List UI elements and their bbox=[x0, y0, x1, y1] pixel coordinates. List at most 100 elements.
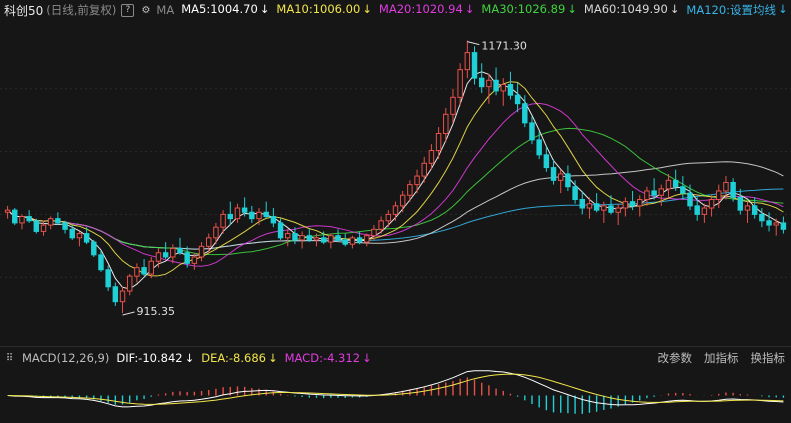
macd-label: MACD(12,26,9) bbox=[22, 351, 110, 365]
dif-line bbox=[7, 370, 784, 408]
candle-body bbox=[184, 252, 190, 264]
candle-body bbox=[759, 213, 765, 222]
candle-body bbox=[773, 222, 779, 226]
ma-legend-ma60: MA60:1049.90 bbox=[583, 2, 668, 16]
ma-legend-ma120: MA120:设置均线 bbox=[686, 3, 777, 17]
candle-body bbox=[320, 237, 327, 243]
candle-body bbox=[206, 237, 212, 247]
candle-body bbox=[47, 218, 54, 226]
candle-body bbox=[593, 203, 600, 211]
macd-arrow: ↓ bbox=[362, 351, 372, 365]
candle-body bbox=[177, 247, 183, 254]
high-marker-line bbox=[467, 41, 480, 46]
candle-body bbox=[601, 205, 607, 211]
candle-body bbox=[457, 69, 463, 98]
ma-arrow-ma5: ↓ bbox=[259, 2, 270, 16]
macd-svg[interactable] bbox=[0, 368, 791, 423]
candle-body bbox=[550, 167, 557, 181]
candle-body bbox=[385, 213, 392, 222]
add-indicator-link[interactable]: 加指标 bbox=[704, 350, 739, 366]
grid-dots-icon[interactable]: ⠿ bbox=[3, 352, 16, 365]
macd-chart[interactable] bbox=[0, 368, 791, 423]
candle-body bbox=[306, 235, 313, 241]
switch-indicator-link[interactable]: 换指标 bbox=[751, 350, 786, 366]
candle-body bbox=[708, 198, 715, 209]
candle-body bbox=[364, 235, 370, 243]
candle-body bbox=[328, 235, 334, 243]
candle-body bbox=[766, 220, 772, 226]
candle-body bbox=[450, 96, 456, 115]
edit-params-link[interactable]: 改参数 bbox=[658, 350, 693, 366]
candle-body bbox=[716, 190, 722, 200]
candlestick-svg[interactable]: 1171.30 915.35 bbox=[0, 20, 791, 346]
candle-body bbox=[4, 209, 11, 213]
macd-legend-bar: ⠿ MACD(12,26,9) DIF:-10.842 ↓ DEA:-8.686… bbox=[0, 346, 791, 369]
ma-arrow-ma30: ↓ bbox=[567, 2, 577, 16]
candle-body bbox=[213, 226, 219, 239]
candle-body bbox=[256, 211, 262, 220]
candle-body bbox=[335, 235, 341, 241]
candle-body bbox=[91, 241, 97, 256]
ma-arrow-ma60: ↓ bbox=[669, 2, 680, 16]
candle-body bbox=[694, 205, 700, 215]
candle-body bbox=[723, 181, 729, 192]
dif-arrow: ↓ bbox=[184, 351, 195, 365]
indicator-links: 改参数 加指标 换指标 bbox=[658, 350, 786, 366]
candle-body bbox=[342, 239, 348, 245]
candlestick-chart[interactable]: 1171.30 915.35 bbox=[0, 20, 791, 346]
dea-value: DEA:-8.686 bbox=[201, 351, 266, 365]
high-price-label: 1171.30 bbox=[481, 40, 526, 53]
ma-legend-ma30: MA30:1026.89 bbox=[481, 2, 566, 16]
candle-body bbox=[500, 84, 506, 92]
candle-body bbox=[285, 233, 291, 239]
candle-body bbox=[730, 181, 736, 198]
ma-arrow-ma20: ↓ bbox=[464, 2, 475, 16]
gear-icon[interactable]: ⚙ bbox=[139, 4, 152, 17]
candle-body bbox=[119, 290, 126, 303]
candle-body bbox=[507, 84, 514, 96]
ma-line-ma30 bbox=[7, 127, 784, 256]
candle-body bbox=[40, 224, 47, 232]
candle-body bbox=[26, 216, 32, 222]
candle-body bbox=[62, 222, 68, 230]
ma-legend-ma20: MA20:1020.94 bbox=[378, 2, 463, 16]
candle-body bbox=[615, 207, 621, 213]
candle-body bbox=[586, 203, 593, 209]
candle-body bbox=[126, 275, 133, 292]
candle-body bbox=[471, 52, 478, 79]
candle-body bbox=[105, 269, 111, 288]
candle-body bbox=[263, 211, 269, 218]
candle-body bbox=[76, 233, 83, 239]
candle-body bbox=[608, 205, 614, 213]
candle-body bbox=[170, 247, 176, 258]
candle-body bbox=[392, 205, 399, 215]
period-note: (日线,前复权) bbox=[46, 3, 117, 17]
dea-arrow: ↓ bbox=[267, 351, 278, 365]
ma-line-ma10 bbox=[7, 81, 784, 277]
candle-body bbox=[572, 186, 578, 200]
help-icon[interactable]: ? bbox=[121, 3, 135, 17]
dif-value: DIF:-10.842 bbox=[116, 351, 183, 365]
candle-body bbox=[514, 94, 521, 105]
candle-body bbox=[780, 222, 787, 230]
candle-body bbox=[665, 179, 672, 190]
candle-body bbox=[565, 173, 571, 188]
candle-body bbox=[407, 184, 413, 196]
candle-body bbox=[529, 122, 535, 141]
candle-body bbox=[98, 254, 104, 271]
candle-body bbox=[399, 194, 406, 207]
candle-body bbox=[478, 77, 485, 88]
candle-body bbox=[148, 260, 154, 275]
candle-body bbox=[428, 150, 435, 164]
candle-body bbox=[155, 252, 162, 262]
candle-body bbox=[299, 235, 305, 241]
ma-items: MA5:1004.70 ↓ MA10:1006.00 ↓ MA20:1020.94 ↓ MA… bbox=[174, 2, 787, 18]
candle-body bbox=[378, 220, 384, 230]
candle-body bbox=[162, 252, 169, 258]
ma-legend-bar: 科创50 (日线,前复权) ? ⚙ MA MA5:1004.70 ↓ MA10:10… bbox=[0, 0, 791, 20]
candle-body bbox=[493, 79, 499, 92]
candle-body bbox=[744, 205, 751, 211]
candle-body bbox=[651, 190, 657, 196]
candle-body bbox=[522, 103, 528, 124]
candle-body bbox=[672, 179, 679, 188]
